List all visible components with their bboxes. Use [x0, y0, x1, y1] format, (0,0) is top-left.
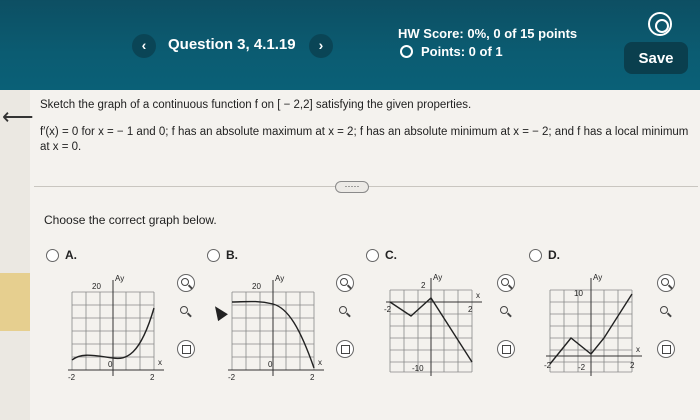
option-c-y-tick: 2 [421, 281, 426, 290]
option-a-label: A. [65, 248, 77, 262]
option-b-x-min: -2 [228, 373, 236, 382]
option-c-x-max: 2 [468, 305, 473, 314]
option-d[interactable]: D. [529, 248, 560, 262]
option-d-expand-icon[interactable] [657, 340, 675, 358]
option-c-zoom-out-icon[interactable] [497, 303, 515, 321]
option-d-zoom-out-icon[interactable] [657, 303, 675, 321]
points-circle-icon [400, 45, 413, 58]
back-arrow-icon[interactable]: ⟵ [2, 104, 34, 130]
choose-instruction: Choose the correct graph below. [44, 213, 217, 227]
option-d-y-tick: 10 [574, 289, 583, 298]
option-b-label: B. [226, 248, 238, 262]
option-a-y-tick: 20 [92, 282, 101, 291]
hw-score: HW Score: 0%, 0 of 15 points [398, 26, 578, 41]
option-b-y-axis-label: Ay [275, 274, 284, 283]
option-b[interactable]: B. [207, 248, 238, 262]
option-c-graph: 2 Ay x -2 2 -10 [384, 273, 482, 376]
option-a-x-min: -2 [68, 373, 76, 382]
option-a-zoom-in-icon[interactable] [177, 274, 195, 292]
option-b-graph: 20 Ay x -2 2 0 [228, 274, 324, 382]
option-d-zoom-in-icon[interactable] [657, 274, 675, 292]
option-a-y-axis-label: Ay [115, 274, 124, 283]
option-b-radio[interactable] [207, 248, 220, 262]
left-gutter [0, 90, 30, 420]
question-header: ‹ Question 3, 4.1.19 › HW Score: 0%, 0 o… [0, 0, 700, 90]
previous-question-button[interactable]: ‹ [132, 34, 156, 58]
option-b-zoom-out-icon[interactable] [336, 303, 354, 321]
option-c-label: C. [385, 248, 397, 262]
option-d-x-axis-label: x [636, 345, 640, 354]
option-d-label: D. [548, 248, 560, 262]
highlight-tab [0, 273, 30, 331]
option-c-radio[interactable] [366, 248, 379, 262]
option-b-origin: 0 [268, 360, 273, 369]
option-a-graph: 20 Ay x -2 2 0 [68, 274, 164, 382]
option-d-x-min: -2 [544, 361, 552, 370]
option-c-y-tick-bottom: -10 [412, 364, 424, 373]
option-a-expand-icon[interactable] [177, 340, 195, 358]
expand-more-button[interactable]: ····· [335, 181, 369, 193]
option-d-y-axis-label: Ay [593, 273, 602, 282]
option-b-zoom-in-icon[interactable] [336, 274, 354, 292]
option-a[interactable]: A. [46, 248, 77, 262]
option-b-y-tick: 20 [252, 282, 261, 291]
option-a-x-max: 2 [150, 373, 155, 382]
next-question-button[interactable]: › [309, 34, 333, 58]
option-a-zoom-out-icon[interactable] [177, 303, 195, 321]
option-c-zoom-in-icon[interactable] [497, 274, 515, 292]
question-title: Question 3, 4.1.19 [168, 36, 296, 53]
save-button[interactable]: Save [624, 42, 688, 74]
points-text: Points: 0 of 1 [421, 44, 503, 59]
option-c-expand-icon[interactable] [497, 340, 515, 358]
option-a-origin: 0 [108, 360, 113, 369]
option-d-graph: 10 Ay x -2 2 -2 [544, 273, 642, 376]
question-prompt: Sketch the graph of a continuous functio… [40, 99, 472, 111]
option-d-x-max: 2 [630, 361, 635, 370]
gear-icon[interactable] [648, 12, 672, 36]
option-b-expand-icon[interactable] [336, 340, 354, 358]
option-c[interactable]: C. [366, 248, 397, 262]
option-b-x-axis-label: x [318, 358, 322, 367]
option-d-radio[interactable] [529, 248, 542, 262]
option-a-x-axis-label: x [158, 358, 162, 367]
option-c-y-axis-label: Ay [433, 273, 442, 282]
points-status: Points: 0 of 1 [400, 44, 503, 59]
option-d-y-tick-bottom: -2 [578, 363, 586, 372]
option-a-radio[interactable] [46, 248, 59, 262]
question-properties: f′(x) = 0 for x = − 1 and 0; f has an ab… [40, 126, 689, 153]
option-b-x-max: 2 [310, 373, 315, 382]
option-c-x-axis-label: x [476, 291, 480, 300]
option-c-x-min: -2 [384, 305, 392, 314]
